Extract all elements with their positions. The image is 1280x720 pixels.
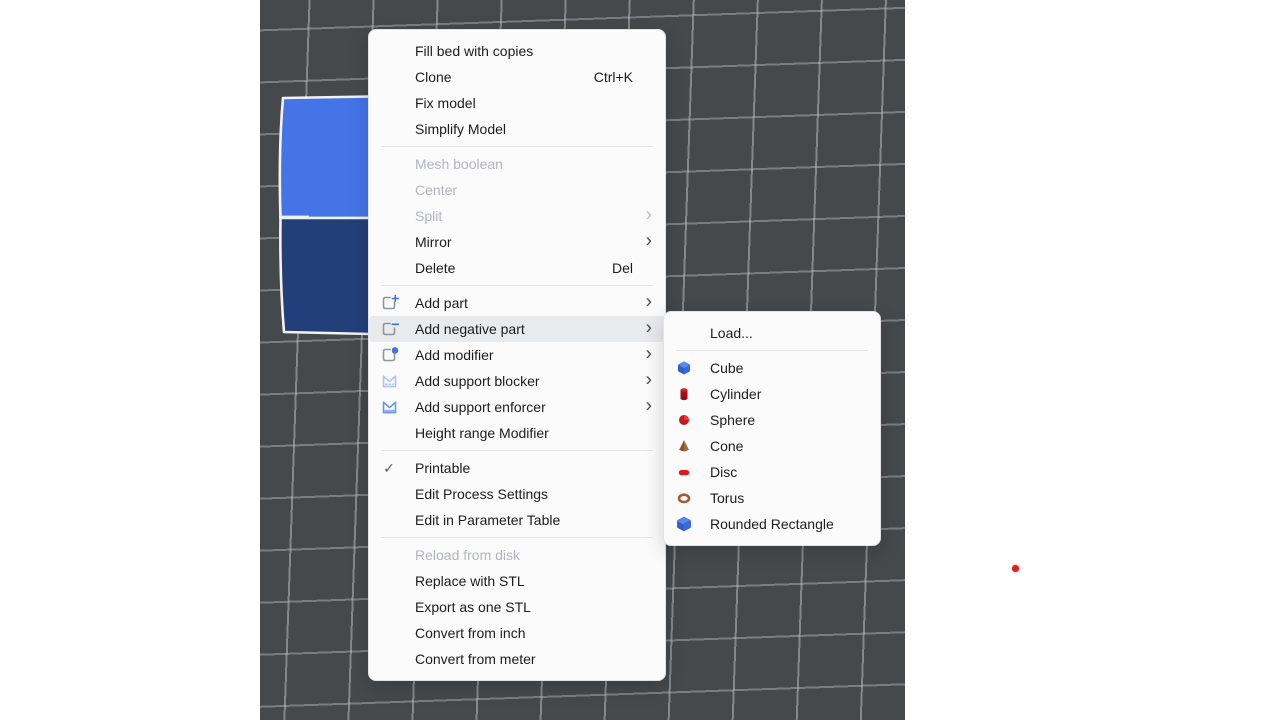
menu-item-convert-from-meter[interactable]: Convert from meter — [369, 646, 665, 672]
chevron-right-icon: › — [646, 293, 652, 312]
submenu-item-disc[interactable]: Disc — [664, 459, 880, 485]
menu-separator — [676, 350, 868, 351]
menu-separator — [381, 146, 653, 147]
menu-item-delete[interactable]: Delete Del — [369, 255, 665, 281]
menu-item-label: Add support blocker — [415, 373, 540, 389]
menu-item-label: Fix model — [415, 95, 476, 111]
submenu-item-rounded-rectangle[interactable]: Rounded Rectangle — [664, 511, 880, 537]
menu-item-label: Export as one STL — [415, 599, 531, 615]
menu-item-add-support-blocker[interactable]: Add support blocker › — [369, 368, 665, 394]
chevron-right-icon: › — [646, 371, 652, 390]
submenu-item-cube[interactable]: Cube — [664, 355, 880, 381]
menu-item-label: Convert from meter — [415, 651, 536, 667]
add-negative-part-submenu: Load... Cube Cylinder — [663, 311, 881, 546]
menu-item-height-range-modifier[interactable]: Height range Modifier — [369, 420, 665, 446]
menu-item-label: Cube — [710, 360, 743, 376]
menu-item-label: Center — [415, 182, 457, 198]
menu-item-label: Convert from inch — [415, 625, 525, 641]
add-part-icon — [379, 293, 399, 313]
submenu-item-cone[interactable]: Cone — [664, 433, 880, 459]
cube-icon — [674, 358, 694, 378]
torus-icon — [674, 488, 694, 508]
submenu-item-sphere[interactable]: Sphere — [664, 407, 880, 433]
menu-item-mesh-boolean: Mesh boolean — [369, 151, 665, 177]
chevron-right-icon: › — [646, 232, 652, 251]
menu-separator — [381, 537, 653, 538]
menu-item-label: Mirror — [415, 234, 452, 250]
menu-item-label: Add modifier — [415, 347, 494, 363]
menu-item-add-negative-part[interactable]: Add negative part › — [369, 316, 665, 342]
menu-item-label: Cone — [710, 438, 743, 454]
menu-item-label: Replace with STL — [415, 573, 525, 589]
menu-item-label: Disc — [710, 464, 737, 480]
menu-item-label: Simplify Model — [415, 121, 506, 137]
shortcut-label: Del — [612, 260, 651, 276]
support-enforcer-icon — [379, 397, 399, 417]
check-icon: ✓ — [379, 458, 399, 478]
menu-item-mirror[interactable]: Mirror › — [369, 229, 665, 255]
menu-item-edit-in-parameter-table[interactable]: Edit in Parameter Table — [369, 507, 665, 533]
menu-item-label: Fill bed with copies — [415, 43, 533, 59]
menu-item-label: Height range Modifier — [415, 425, 549, 441]
add-modifier-icon — [379, 345, 399, 365]
menu-item-fill-bed-with-copies[interactable]: Fill bed with copies — [369, 38, 665, 64]
menu-item-label: Cylinder — [710, 386, 761, 402]
add-negative-part-icon — [379, 319, 399, 339]
menu-item-label: Reload from disk — [415, 547, 520, 563]
menu-item-add-modifier[interactable]: Add modifier › — [369, 342, 665, 368]
submenu-item-load[interactable]: Load... — [664, 320, 880, 346]
rounded-rectangle-icon — [674, 514, 694, 534]
menu-item-add-part[interactable]: Add part › — [369, 290, 665, 316]
chevron-right-icon: › — [646, 319, 652, 338]
menu-item-label: Delete — [415, 260, 455, 276]
cylinder-icon — [674, 384, 694, 404]
disc-icon — [674, 462, 694, 482]
submenu-item-cylinder[interactable]: Cylinder — [664, 381, 880, 407]
menu-item-label: Mesh boolean — [415, 156, 503, 172]
menu-item-reload-from-disk: Reload from disk — [369, 542, 665, 568]
cube-model-top-face — [280, 97, 370, 219]
chevron-right-icon: › — [646, 345, 652, 364]
menu-item-export-as-one-stl[interactable]: Export as one STL — [369, 594, 665, 620]
cone-icon — [674, 436, 694, 456]
menu-separator — [381, 285, 653, 286]
cube-model-seam-highlight — [279, 216, 309, 219]
menu-item-add-support-enforcer[interactable]: Add support enforcer › — [369, 394, 665, 420]
menu-separator — [381, 450, 653, 451]
menu-item-label: Printable — [415, 460, 470, 476]
chevron-right-icon: › — [646, 397, 652, 416]
menu-item-convert-from-inch[interactable]: Convert from inch — [369, 620, 665, 646]
menu-item-replace-with-stl[interactable]: Replace with STL — [369, 568, 665, 594]
support-blocker-icon — [379, 371, 399, 391]
menu-item-label: Torus — [710, 490, 744, 506]
sphere-icon — [674, 410, 694, 430]
menu-item-label: Add negative part — [415, 321, 525, 337]
shortcut-label: Ctrl+K — [594, 69, 651, 85]
menu-item-fix-model[interactable]: Fix model — [369, 90, 665, 116]
menu-item-label: Rounded Rectangle — [710, 516, 834, 532]
menu-item-label: Load... — [710, 325, 753, 341]
menu-item-clone[interactable]: Clone Ctrl+K — [369, 64, 665, 90]
menu-item-simplify-model[interactable]: Simplify Model — [369, 116, 665, 142]
red-marker-dot — [1012, 565, 1019, 572]
cube-model-bottom-face — [280, 218, 370, 334]
cube-model[interactable] — [278, 94, 370, 336]
menu-item-split: Split › — [369, 203, 665, 229]
menu-item-label: Add part — [415, 295, 468, 311]
menu-item-label: Sphere — [710, 412, 755, 428]
menu-item-edit-process-settings[interactable]: Edit Process Settings — [369, 481, 665, 507]
context-menu: Fill bed with copies Clone Ctrl+K Fix mo… — [368, 29, 666, 681]
chevron-right-icon: › — [646, 206, 652, 225]
slicer-window: Fill bed with copies Clone Ctrl+K Fix mo… — [0, 0, 1280, 720]
submenu-item-torus[interactable]: Torus — [664, 485, 880, 511]
menu-item-label: Add support enforcer — [415, 399, 546, 415]
menu-item-label: Edit in Parameter Table — [415, 512, 560, 528]
menu-item-printable[interactable]: ✓ Printable — [369, 455, 665, 481]
menu-item-center: Center — [369, 177, 665, 203]
menu-item-label: Split — [415, 208, 442, 224]
menu-item-label: Edit Process Settings — [415, 486, 548, 502]
menu-item-label: Clone — [415, 69, 452, 85]
